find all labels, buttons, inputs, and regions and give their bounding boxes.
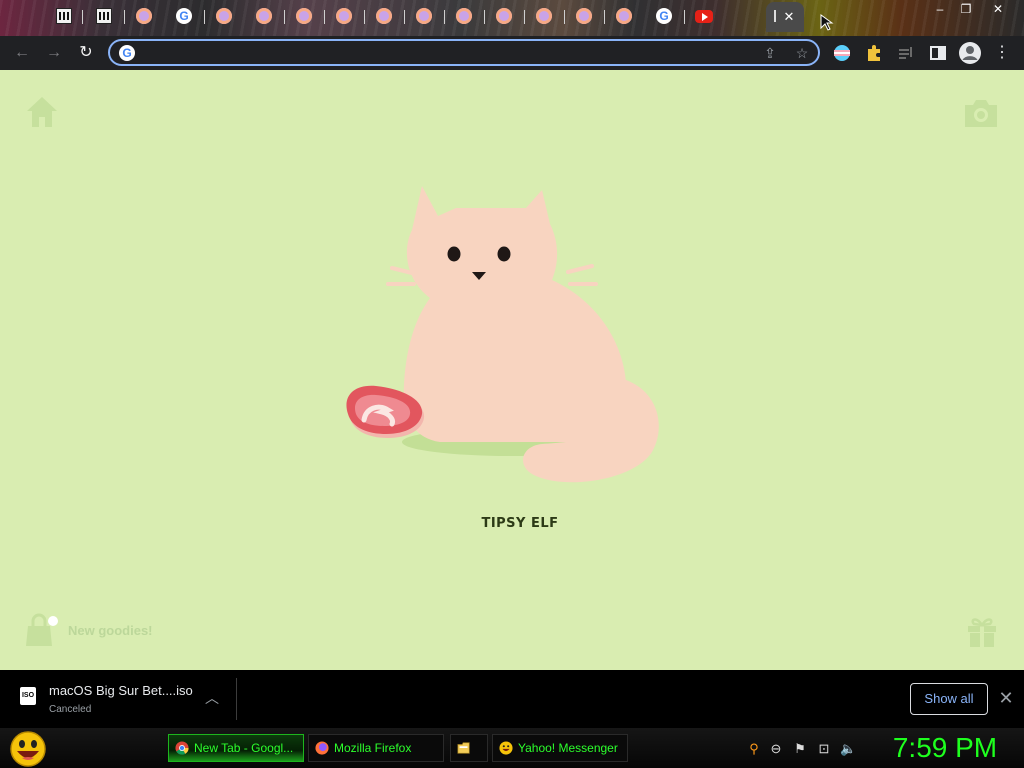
google-icon: G (119, 45, 135, 61)
back-icon[interactable]: ← (10, 41, 34, 65)
tab-separator (204, 10, 205, 24)
cat-favicon-icon[interactable] (536, 8, 552, 24)
new-tab-page: TIPSY ELF New goodies! (0, 70, 1024, 670)
reload-icon[interactable]: ↻ (74, 41, 98, 65)
active-tab[interactable]: ✕ (766, 2, 804, 32)
new-goodies-label: New goodies! (68, 622, 153, 638)
taskbar-button-label: Mozilla Firefox (334, 741, 412, 755)
shopping-bag-icon (24, 612, 58, 648)
new-goodies-button[interactable]: New goodies! (24, 610, 153, 650)
loading-icon (774, 10, 776, 22)
maximize-button[interactable]: ❐ (952, 0, 980, 18)
address-bar[interactable]: G ⇪ ☆ (108, 39, 820, 66)
cat-favicon-icon[interactable] (376, 8, 392, 24)
address-input[interactable] (144, 43, 748, 65)
tab-separator (564, 10, 565, 24)
tab-strip: G G ✕ – ❐ ✕ (0, 0, 1024, 36)
taskbar-button-label: New Tab - Googl... (194, 741, 294, 755)
browser-toolbar: ← → ↻ G ⇪ ☆ ⋮ (0, 36, 1024, 70)
share-icon[interactable]: ⇪ (760, 43, 780, 63)
youtube-icon[interactable] (695, 10, 713, 23)
cat-favicon-icon[interactable] (336, 8, 352, 24)
cat-favicon-icon[interactable] (576, 8, 592, 24)
google-icon[interactable]: G (176, 8, 192, 24)
menu-icon[interactable]: ⋮ (990, 41, 1014, 65)
tab-separator (444, 10, 445, 24)
google-icon[interactable]: G (656, 8, 672, 24)
close-download-shelf-icon[interactable]: ✕ (995, 687, 1017, 709)
download-filename: macOS Big Sur Bet....iso (49, 683, 193, 698)
window-close-button[interactable]: ✕ (984, 0, 1012, 18)
cat-favicon-icon[interactable] (496, 8, 512, 24)
folder-icon (457, 742, 470, 754)
tab-separator (284, 10, 285, 24)
close-tab-icon[interactable]: ✕ (780, 8, 798, 26)
chevron-up-icon[interactable]: ︿ (202, 688, 222, 708)
tab-separator (324, 10, 325, 24)
home-icon[interactable] (24, 94, 60, 130)
search-icon[interactable]: ⚲ (746, 741, 762, 757)
taskbar-button-folder[interactable] (450, 734, 488, 762)
download-shelf: ISO macOS Big Sur Bet....iso Canceled ︿ … (0, 670, 1024, 728)
cat-pet-illustration[interactable] (330, 180, 670, 500)
cat-favicon-icon[interactable] (456, 8, 472, 24)
forward-icon[interactable]: → (42, 41, 66, 65)
divider (236, 678, 237, 720)
tab-separator (484, 10, 485, 24)
taskbar-clock[interactable]: 7:59 PM (880, 732, 1010, 764)
tab-separator (524, 10, 525, 24)
iso-file-icon: ISO (20, 687, 36, 705)
download-status: Canceled (49, 704, 92, 715)
yahoo-messenger-icon (499, 741, 513, 755)
account-icon[interactable] (958, 41, 982, 65)
taskbar-button-yahoo-messenger[interactable]: Yahoo! Messenger (492, 734, 628, 762)
cat-favicon-icon[interactable] (256, 8, 272, 24)
volume-icon[interactable]: 🔈 (840, 741, 856, 757)
profile-flag-icon[interactable] (830, 41, 854, 65)
bookmark-star-icon[interactable]: ☆ (792, 43, 812, 63)
gift-icon[interactable] (966, 614, 998, 648)
cat-favicon-icon[interactable] (216, 8, 232, 24)
messenger-status-icon[interactable]: ⊖ (768, 741, 784, 757)
pet-name-label: TIPSY ELF (481, 516, 559, 531)
network-icon[interactable]: ⊡ (816, 741, 832, 757)
tab-separator (82, 10, 83, 24)
archive-icon[interactable] (56, 8, 72, 24)
firefox-icon (315, 741, 329, 755)
tab-separator (124, 10, 125, 24)
tab-separator (604, 10, 605, 24)
taskbar-button-label: Yahoo! Messenger (518, 741, 618, 755)
archive-icon[interactable] (96, 8, 112, 24)
extensions-icon[interactable] (862, 41, 886, 65)
cat-favicon-icon[interactable] (416, 8, 432, 24)
start-button-smiley-icon[interactable] (9, 731, 47, 767)
cat-favicon-icon[interactable] (136, 8, 152, 24)
os-taskbar: New Tab - Googl... Mozilla Firefox Yahoo… (0, 728, 1024, 768)
media-icon[interactable] (894, 41, 918, 65)
camera-icon[interactable] (962, 96, 1000, 130)
chrome-icon (175, 741, 189, 755)
cat-favicon-icon[interactable] (616, 8, 632, 24)
side-panel-icon[interactable] (926, 41, 950, 65)
cat-favicon-icon[interactable] (296, 8, 312, 24)
minimize-button[interactable]: – (926, 0, 954, 18)
tab-separator (684, 10, 685, 24)
cursor-icon (820, 14, 834, 31)
taskbar-button-chrome[interactable]: New Tab - Googl... (168, 734, 304, 762)
show-all-button[interactable]: Show all (910, 683, 988, 715)
tab-separator (404, 10, 405, 24)
taskbar-button-firefox[interactable]: Mozilla Firefox (308, 734, 444, 762)
tab-separator (364, 10, 365, 24)
action-center-flag-icon[interactable]: ⚑ (792, 741, 808, 757)
